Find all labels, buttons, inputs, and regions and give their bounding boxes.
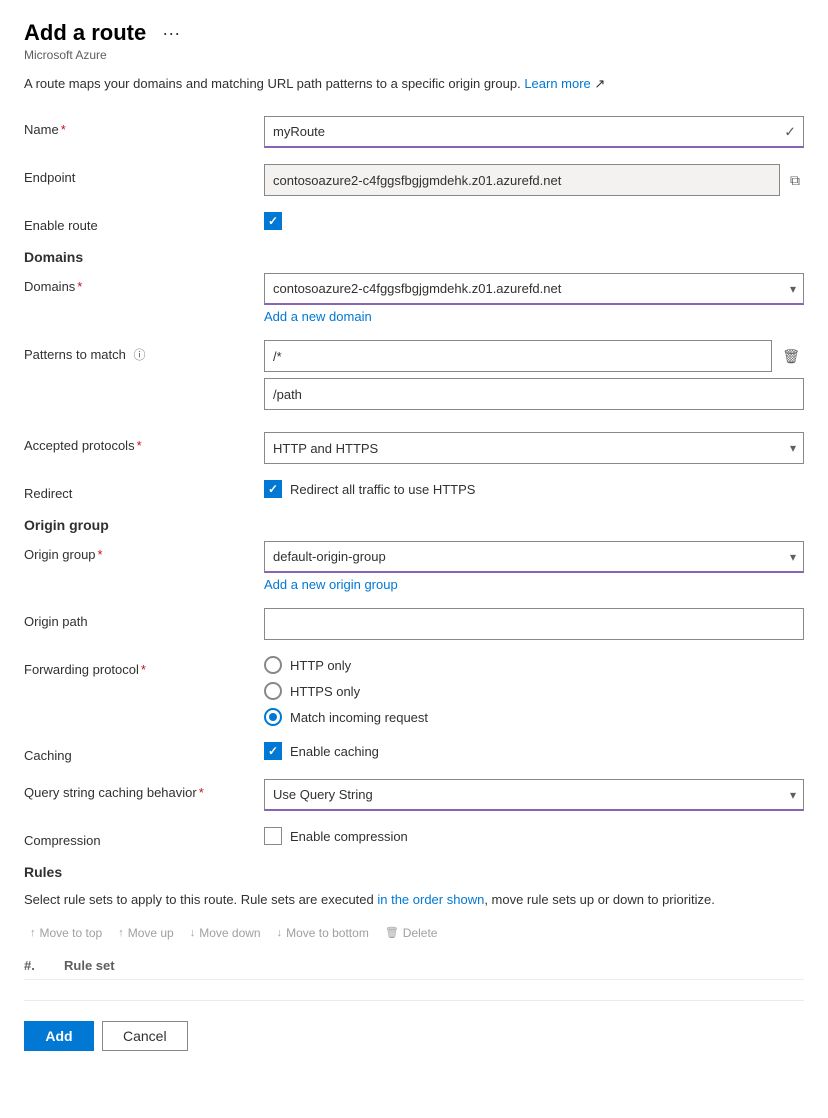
name-field-wrapper: ✓ <box>264 116 804 148</box>
patterns-control: /* 🗑 <box>264 340 804 416</box>
footer-divider <box>24 1000 804 1001</box>
accepted-protocols-control: HTTP and HTTPS HTTP only HTTPS only ▾ <box>264 432 804 464</box>
rules-col-num: #. <box>24 958 64 973</box>
delete-button[interactable]: 🗑 Delete <box>379 922 444 944</box>
more-options-icon[interactable]: ··· <box>162 23 180 44</box>
check-icon: ✓ <box>784 124 796 141</box>
radio-https-only[interactable]: HTTPS only <box>264 682 804 700</box>
redirect-label: Redirect <box>24 480 264 501</box>
name-input[interactable] <box>264 116 804 148</box>
move-to-bottom-icon: ↓ <box>277 927 283 939</box>
copy-endpoint-button[interactable]: ⧉ <box>786 168 804 193</box>
pattern-item-1: /* 🗑 <box>264 340 804 372</box>
origin-path-input[interactable] <box>264 608 804 640</box>
domains-control: contosoazure2-c4fggsfbgjgmdehk.z01.azure… <box>264 273 804 324</box>
origin-group-label: Origin group* <box>24 541 264 562</box>
origin-path-control <box>264 608 804 640</box>
redirect-checkbox[interactable]: ✓ <box>264 480 282 498</box>
cancel-button[interactable]: Cancel <box>102 1021 188 1051</box>
query-string-control: Use Query String Ignore Query String Ign… <box>264 779 804 811</box>
move-up-icon: ↑ <box>118 927 124 939</box>
accepted-protocols-label: Accepted protocols* <box>24 432 264 453</box>
compression-label: Compression <box>24 827 264 848</box>
name-label: Name* <box>24 116 264 137</box>
add-domain-link[interactable]: Add a new domain <box>264 309 372 324</box>
caching-control: ✓ Enable caching <box>264 742 804 760</box>
pattern-input-2[interactable] <box>264 378 804 410</box>
domains-select[interactable]: contosoazure2-c4fggsfbgjgmdehk.z01.azure… <box>264 273 804 305</box>
move-down-icon: ↓ <box>190 927 196 939</box>
page-title: Add a route <box>24 20 146 46</box>
endpoint-label: Endpoint <box>24 164 264 185</box>
delete-pattern-1-button[interactable]: 🗑 <box>778 344 804 369</box>
compression-checkbox[interactable] <box>264 827 282 845</box>
forwarding-protocol-radio-group: HTTP only HTTPS only Match incoming requ… <box>264 656 804 726</box>
query-string-select[interactable]: Use Query String Ignore Query String Ign… <box>264 779 804 811</box>
patterns-info-icon[interactable]: ⓘ <box>134 348 146 362</box>
page-description: A route maps your domains and matching U… <box>24 76 804 92</box>
compression-checkbox-label: Enable compression <box>290 829 408 844</box>
caching-checkbox-label: Enable caching <box>290 744 379 759</box>
move-down-button[interactable]: ↓ Move down <box>184 922 267 944</box>
endpoint-field-wrapper: ⧉ <box>264 164 804 196</box>
rules-section: Rules Select rule sets to apply to this … <box>24 864 804 980</box>
radio-http-only[interactable]: HTTP only <box>264 656 804 674</box>
move-up-button[interactable]: ↑ Move up <box>112 922 180 944</box>
rules-toolbar: ↑ Move to top ↑ Move up ↓ Move down ↓ Mo… <box>24 922 804 944</box>
move-to-bottom-button[interactable]: ↓ Move to bottom <box>271 922 375 944</box>
rules-table-header: #. Rule set <box>24 952 804 980</box>
origin-path-label: Origin path <box>24 608 264 629</box>
accepted-protocols-select[interactable]: HTTP and HTTPS HTTP only HTTPS only <box>264 432 804 464</box>
redirect-control: ✓ Redirect all traffic to use HTTPS <box>264 480 804 498</box>
page-subtitle: Microsoft Azure <box>24 48 804 62</box>
enable-route-label: Enable route <box>24 212 264 233</box>
enable-route-checkbox[interactable]: ✓ <box>264 212 282 230</box>
enable-route-control: ✓ <box>264 212 804 230</box>
forwarding-protocol-label: Forwarding protocol* <box>24 656 264 677</box>
forwarding-protocol-control: HTTP only HTTPS only Match incoming requ… <box>264 656 804 726</box>
origin-group-section-header: Origin group <box>24 517 804 533</box>
add-origin-group-link[interactable]: Add a new origin group <box>264 577 398 592</box>
query-string-label: Query string caching behavior* <box>24 779 264 800</box>
add-button[interactable]: Add <box>24 1021 94 1051</box>
learn-more-link[interactable]: Learn more <box>524 76 590 91</box>
move-to-top-icon: ↑ <box>30 927 36 939</box>
footer-buttons: Add Cancel <box>24 1021 804 1051</box>
compression-control: Enable compression <box>264 827 804 845</box>
domains-section-header: Domains <box>24 249 804 265</box>
domains-label: Domains* <box>24 273 264 294</box>
patterns-label: Patterns to match ⓘ <box>24 340 264 363</box>
radio-match-incoming[interactable]: Match incoming request <box>264 708 804 726</box>
move-to-top-button[interactable]: ↑ Move to top <box>24 922 108 944</box>
caching-label: Caching <box>24 742 264 763</box>
origin-group-select[interactable]: default-origin-group <box>264 541 804 573</box>
rules-description: Select rule sets to apply to this route.… <box>24 890 804 910</box>
rules-col-name: Rule set <box>64 958 804 973</box>
pattern-item-2 <box>264 378 804 410</box>
pattern-value-1: /* <box>264 340 772 372</box>
endpoint-input <box>264 164 780 196</box>
caching-checkbox[interactable]: ✓ <box>264 742 282 760</box>
delete-icon: 🗑 <box>385 926 399 939</box>
rules-section-header: Rules <box>24 864 804 880</box>
redirect-checkbox-label: Redirect all traffic to use HTTPS <box>290 482 475 497</box>
origin-group-control: default-origin-group ▾ Add a new origin … <box>264 541 804 592</box>
